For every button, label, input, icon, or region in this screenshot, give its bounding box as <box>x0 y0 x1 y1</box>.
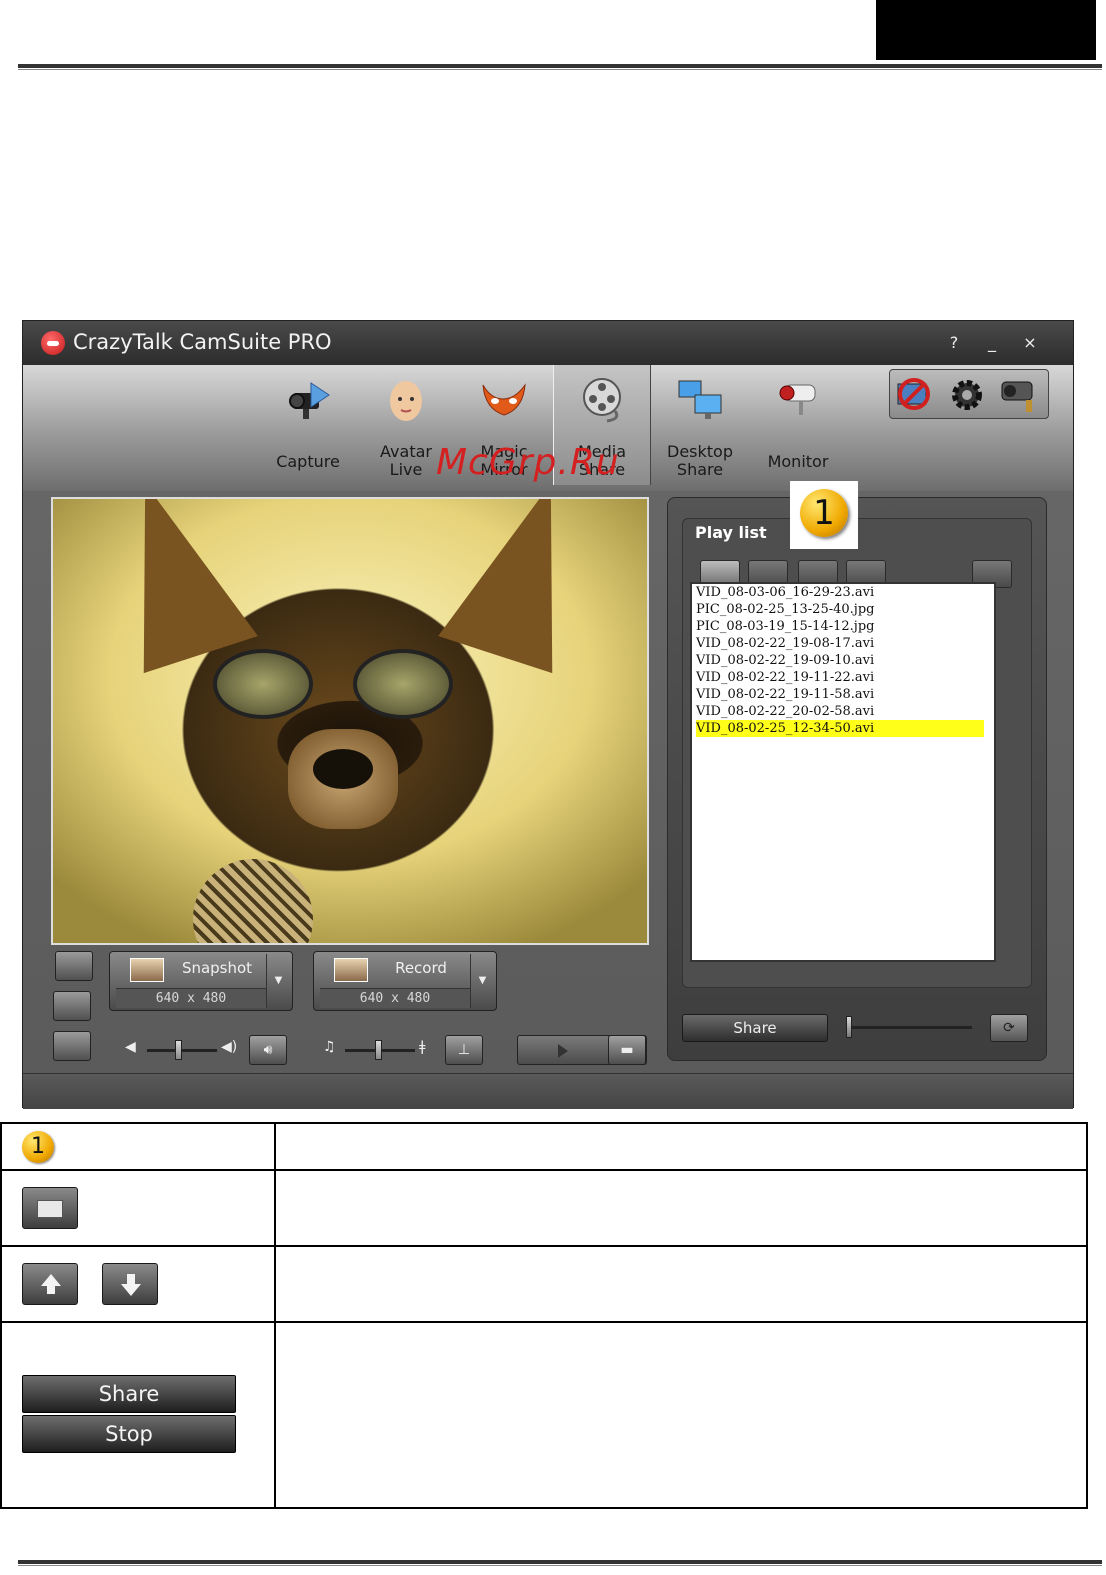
record-button[interactable]: Record 640 x 480 ▼ <box>313 951 497 1011</box>
camera-icon <box>289 382 330 419</box>
list-item[interactable]: VID_08-02-22_19-11-22.avi <box>696 669 994 686</box>
speaker-mute-icon[interactable]: 🔊︎ <box>249 1035 287 1065</box>
footer-rule-thin <box>18 1565 1102 1566</box>
film-reel-icon <box>583 378 621 423</box>
pip-icon[interactable] <box>53 1031 91 1061</box>
refresh-icon[interactable]: ⟳ <box>990 1014 1028 1042</box>
record-resolution: 640 x 480 <box>320 988 470 1008</box>
table-row: Share Stop <box>0 1321 1088 1509</box>
table-row <box>0 1245 1088 1323</box>
video-preview <box>51 497 649 945</box>
app-window: CrazyTalk CamSuite PRO ? _ × Capture Ava… <box>22 320 1074 1109</box>
mixer-icon[interactable]: ⊥ <box>445 1035 483 1065</box>
speaker-low-icon: ◀ <box>125 1039 136 1055</box>
playback-bar[interactable]: ▬ <box>517 1035 647 1065</box>
tab-desktop-share[interactable]: Desktop Share <box>651 365 749 485</box>
speaker-high-icon: ◀) <box>221 1039 238 1055</box>
video-camera-icon[interactable] <box>55 951 93 981</box>
top-right-toolbar <box>889 369 1049 419</box>
gear-icon[interactable] <box>944 374 990 416</box>
monitors-icon <box>678 380 722 419</box>
header-rule-thin <box>18 69 1102 70</box>
tab-label: Capture <box>276 452 340 471</box>
list-item[interactable]: VID_08-02-22_19-09-10.avi <box>696 652 994 669</box>
microphone-image <box>193 859 313 943</box>
arrow-down-icon <box>102 1263 158 1305</box>
list-item[interactable]: VID_08-02-22_19-11-58.avi <box>696 686 994 703</box>
callout-badge: 1 <box>800 489 848 537</box>
header-black-box <box>876 0 1096 60</box>
list-item[interactable]: VID_08-02-22_19-08-17.avi <box>696 635 994 652</box>
footer-rule <box>18 1560 1102 1564</box>
minimize-button[interactable]: _ <box>981 333 1003 353</box>
playlist-list[interactable]: VID_08-03-06_16-29-23.avi PIC_08-02-25_1… <box>690 582 996 962</box>
tab-label: Monitor <box>767 452 829 471</box>
mask-icon <box>482 383 526 416</box>
music-note-icon: ♫ <box>323 1039 336 1055</box>
list-item[interactable]: PIC_08-02-25_13-25-40.jpg <box>696 601 994 618</box>
snapshot-dropdown-icon[interactable]: ▼ <box>266 954 290 1008</box>
cam-off-icon[interactable] <box>892 374 938 416</box>
playlist-title: Play list <box>695 523 767 542</box>
legend-stop-button: Stop <box>22 1415 236 1453</box>
share-quality-knob[interactable] <box>846 1016 852 1038</box>
list-item[interactable]: VID_08-03-06_16-29-23.avi <box>696 584 994 601</box>
baby-face-icon <box>390 381 422 421</box>
arrow-up-icon <box>22 1263 78 1305</box>
watermark: McGrp.Ru <box>436 442 620 483</box>
app-title: CrazyTalk CamSuite PRO <box>73 330 332 354</box>
list-item-selected[interactable]: VID_08-02-25_12-34-50.avi <box>696 720 984 737</box>
webcam-icon[interactable] <box>996 374 1042 416</box>
title-bar: CrazyTalk CamSuite PRO ? _ × <box>23 321 1073 365</box>
tab-capture[interactable]: Capture <box>259 365 357 485</box>
status-bar <box>23 1073 1073 1109</box>
close-button[interactable]: × <box>1019 333 1041 353</box>
snapshot-resolution: 640 x 480 <box>116 988 266 1008</box>
header-rule <box>18 64 1102 68</box>
table-row: 1 <box>0 1122 1088 1171</box>
legend-table: 1 Share Stop <box>0 1122 1088 1509</box>
playlist-panel: Play list VID_08-03-06_16-29-23.avi PIC_… <box>667 497 1047 1061</box>
list-item[interactable]: PIC_08-03-19_15-14-12.jpg <box>696 618 994 635</box>
share-quality-slider[interactable] <box>846 1026 972 1029</box>
record-thumbnail <box>334 958 368 982</box>
tab-monitor[interactable]: Monitor <box>749 365 847 485</box>
snapshot-label: Snapshot <box>181 959 253 977</box>
lips-logo-icon <box>41 331 65 355</box>
folder-icon[interactable]: ▬ <box>608 1035 646 1065</box>
record-label: Record <box>395 959 447 977</box>
snapshot-thumbnail <box>130 958 164 982</box>
play-icon[interactable] <box>558 1044 568 1058</box>
record-dropdown-icon[interactable]: ▼ <box>470 954 494 1008</box>
text-effects-icon[interactable] <box>53 991 91 1021</box>
security-camera-icon <box>779 384 816 415</box>
snapshot-button[interactable]: Snapshot 640 x 480 ▼ <box>109 951 293 1011</box>
mic-volume-slider[interactable]: ♫ ǂ <box>323 1035 443 1065</box>
speaker-volume-slider[interactable]: ◀ ◀) <box>125 1035 245 1065</box>
folder-button-icon <box>22 1187 78 1229</box>
list-item[interactable]: VID_08-02-22_20-02-58.avi <box>696 703 994 720</box>
help-button[interactable]: ? <box>943 333 965 353</box>
mic-icon: ǂ <box>419 1039 426 1055</box>
callout-box: 1 <box>790 481 858 549</box>
share-button[interactable]: Share <box>682 1014 828 1042</box>
tab-label: Desktop Share <box>667 442 733 479</box>
number-badge-icon: 1 <box>22 1130 54 1163</box>
legend-share-button: Share <box>22 1375 236 1413</box>
table-row <box>0 1169 1088 1247</box>
